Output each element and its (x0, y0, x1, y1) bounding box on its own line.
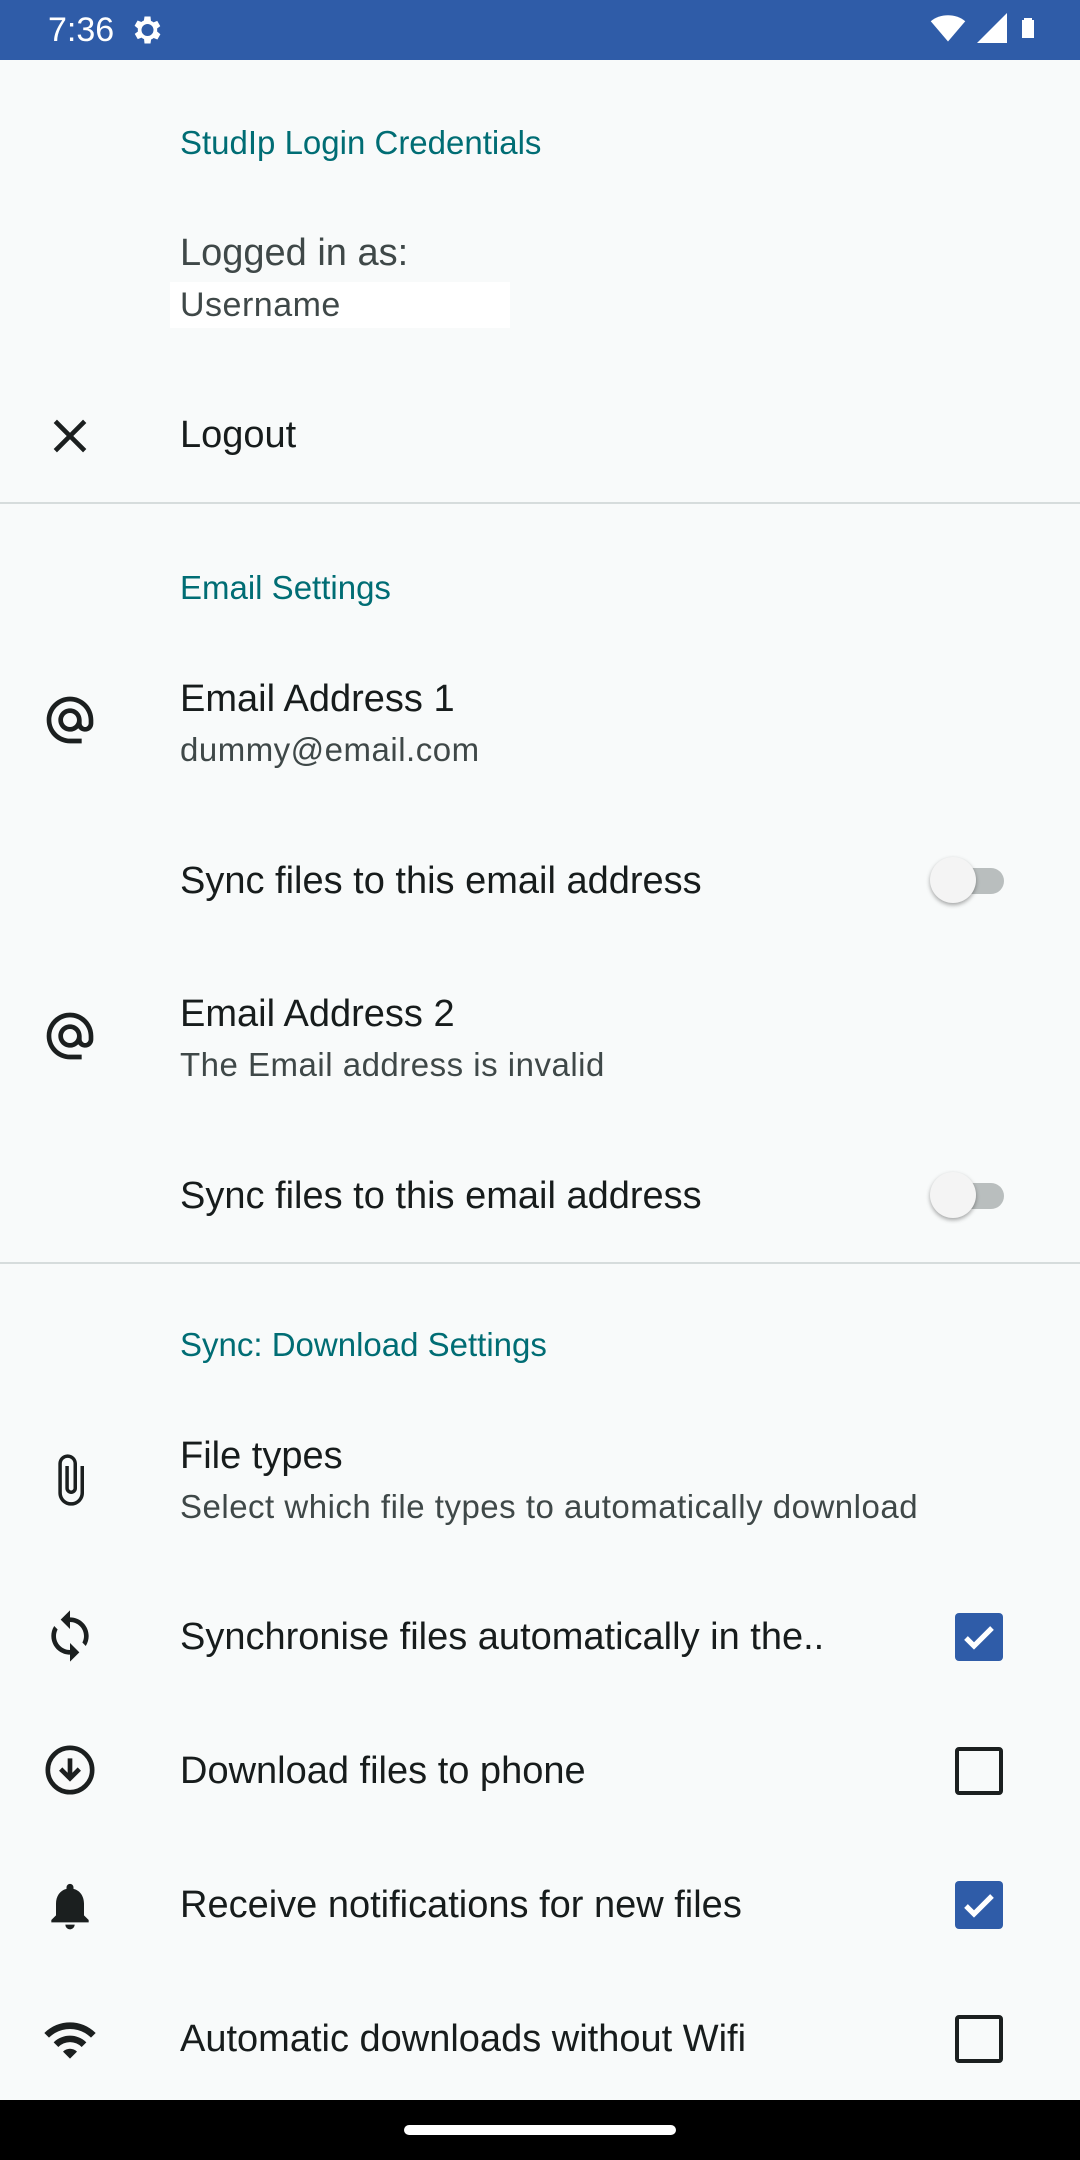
paperclip-icon (42, 1452, 98, 1508)
file-types-title: File types (180, 1435, 343, 1477)
download-circle-icon (42, 1742, 98, 1798)
email-address-2-value: The Email address is invalid (180, 1046, 605, 1083)
home-gesture-handle[interactable] (404, 2125, 676, 2135)
logged-in-label: Logged in as: (180, 232, 409, 274)
username-value: Username (180, 286, 341, 324)
sync-email-1-toggle[interactable] (930, 852, 1014, 908)
close-icon (42, 408, 98, 464)
email-address-1-row[interactable] (0, 660, 1080, 780)
at-sign-icon (42, 1008, 98, 1064)
option-notifications-label: Receive notifications for new files (180, 1884, 742, 1926)
section-header-login: StudIp Login Credentials (180, 124, 542, 161)
section-header-download: Sync: Download Settings (180, 1326, 547, 1363)
sync-email-2-label: Sync files to this email address (180, 1175, 702, 1217)
settings-gear-icon (128, 12, 164, 48)
option-download-label: Download files to phone (180, 1750, 586, 1792)
bell-icon (42, 1878, 98, 1934)
logout-label[interactable]: Logout (180, 414, 296, 457)
sync-email-1-label: Sync files to this email address (180, 860, 702, 902)
sync-icon (42, 1608, 98, 1664)
cellular-signal-icon (974, 10, 1010, 51)
email-address-1-value: dummy@email.com (180, 731, 480, 768)
sync-email-2-toggle[interactable] (930, 1167, 1014, 1223)
email-address-2-title: Email Address 2 (180, 993, 455, 1035)
option-notifications-checkbox[interactable] (955, 1881, 1003, 1929)
at-sign-icon (42, 692, 98, 748)
option-sync-auto-label: Synchronise files automatically in the.. (180, 1616, 825, 1658)
file-types-summary: Select which file types to automatically… (180, 1488, 919, 1525)
option-no-wifi-checkbox[interactable] (955, 2015, 1003, 2063)
option-download-checkbox[interactable] (955, 1747, 1003, 1795)
wifi-icon (928, 10, 968, 51)
status-time: 7:36 (48, 11, 115, 49)
email-address-1-title: Email Address 1 (180, 678, 455, 720)
divider (0, 502, 1080, 504)
status-bar: 7:36 (0, 0, 1080, 60)
wifi-icon (42, 2012, 98, 2068)
battery-icon (1016, 10, 1040, 51)
logout-row[interactable] (0, 380, 1080, 500)
section-header-email: Email Settings (180, 569, 391, 606)
option-sync-auto-checkbox[interactable] (955, 1613, 1003, 1661)
divider (0, 1262, 1080, 1264)
option-no-wifi-label: Automatic downloads without Wifi (180, 2018, 747, 2060)
